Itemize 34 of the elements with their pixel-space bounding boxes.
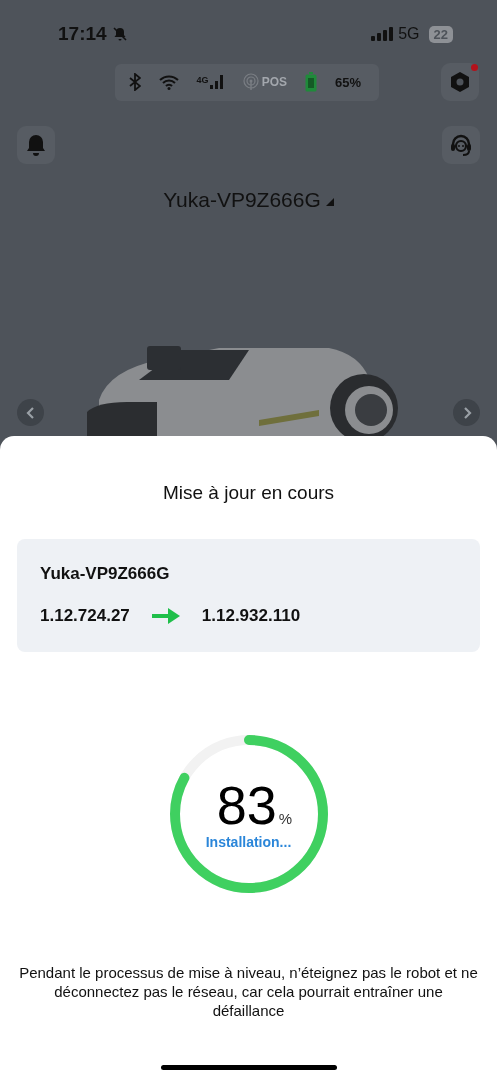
device-name: Yuka-VP9Z666G <box>40 564 171 584</box>
chevron-right-icon <box>461 406 472 419</box>
chevron-left-icon <box>25 406 36 419</box>
antenna-icon <box>241 73 260 91</box>
network-type: 5G <box>398 25 420 43</box>
bell-icon <box>25 133 47 157</box>
new-version: 1.12.932.110 <box>201 606 301 626</box>
settings-icon <box>449 71 471 93</box>
percent-unit: % <box>278 810 293 827</box>
clock-time: 17:14 <box>58 23 107 45</box>
cell-signal-icon <box>371 27 394 41</box>
device-selector[interactable]: Yuka-VP9Z666G <box>163 188 334 212</box>
cellular-signal: 4G <box>196 75 224 89</box>
bluetooth-icon <box>128 73 141 91</box>
phone-battery: 22 <box>428 25 453 43</box>
arrow-right-icon <box>151 608 180 624</box>
settings-button[interactable] <box>441 63 479 101</box>
support-button[interactable] <box>442 126 480 164</box>
dialog-title: Mise à jour en cours <box>162 482 335 504</box>
wifi-icon <box>158 74 179 90</box>
bell-muted-icon <box>111 26 128 42</box>
positioning-status: POS <box>261 75 287 89</box>
warning-text: Pendant le processus de mise à niveau, n’éteignez pas le robot et ne déconnectez pas le réseau, car cela pourrait entraîner une défaillance <box>18 963 479 1020</box>
notification-dot <box>471 64 478 71</box>
notifications-button[interactable] <box>17 126 55 164</box>
robot-battery-level: 65% <box>334 74 361 90</box>
battery-icon <box>304 72 317 92</box>
current-version: 1.12.724.27 <box>40 606 130 626</box>
next-button[interactable] <box>453 399 480 426</box>
caret-icon <box>325 198 334 206</box>
progress-percent: 83 <box>216 778 277 832</box>
headset-icon <box>449 133 473 157</box>
previous-button[interactable] <box>17 399 44 426</box>
progress-status: Installation... <box>205 834 292 850</box>
